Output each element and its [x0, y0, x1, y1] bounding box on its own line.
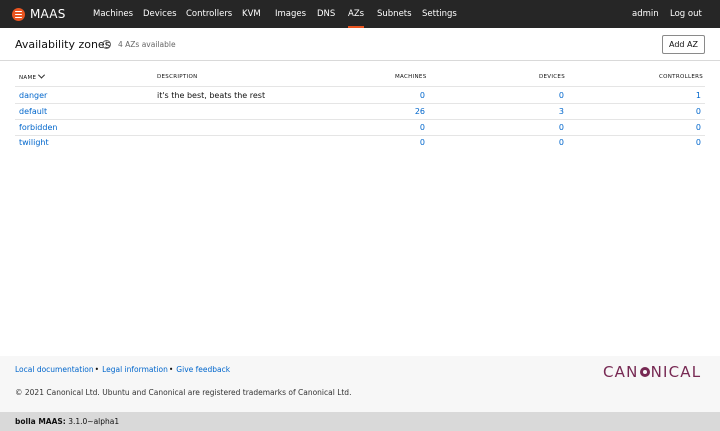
machines-count-link[interactable]: 0 [385, 135, 425, 150]
nav-azs[interactable]: AZs [348, 0, 365, 28]
footer: Local documentation• Legal information• Gi… [0, 356, 720, 412]
az-name-link[interactable]: danger [19, 88, 47, 103]
footer-separator: • [94, 365, 100, 374]
maas-logo-icon [12, 7, 25, 21]
top-navigation: MAAS Machines Devices Controllers KVM Im… [0, 0, 720, 28]
az-description: it's the best, beats the rest [157, 91, 266, 100]
status-bar: bolla MAAS: 3.1.0~alpha1 [0, 412, 720, 431]
status-text: bolla MAAS: 3.1.0~alpha1 [15, 417, 119, 426]
column-header-name[interactable]: NAME [19, 71, 46, 81]
column-header-description: DESCRIPTION [157, 74, 198, 80]
machines-count-link[interactable]: 0 [385, 88, 425, 103]
controllers-count-link[interactable]: 0 [661, 120, 701, 135]
machines-count-link[interactable]: 0 [385, 120, 425, 135]
nav-devices[interactable]: Devices [143, 0, 177, 28]
table-row: forbidden 0 0 0 [0, 120, 720, 135]
controllers-count-link[interactable]: 0 [661, 104, 701, 119]
legal-information-link[interactable]: Legal information [102, 365, 168, 374]
devices-count-link[interactable]: 0 [524, 135, 564, 150]
canonical-circle-icon [639, 367, 650, 377]
table-row: danger it's the best, beats the rest 0 0… [0, 88, 720, 103]
help-icon[interactable]: ? [102, 40, 111, 49]
nav-user[interactable]: admin [632, 0, 659, 28]
controllers-count-link[interactable]: 1 [661, 88, 701, 103]
table-row: default 26 3 0 [0, 104, 720, 119]
chevron-down-icon [38, 71, 46, 79]
page-title: Availability zones [15, 38, 111, 51]
devices-count-link[interactable]: 0 [524, 88, 564, 103]
nav-controllers[interactable]: Controllers [186, 0, 232, 28]
version-label: 3.1.0~alpha1 [68, 417, 120, 426]
logout-link[interactable]: Log out [670, 0, 702, 28]
devices-count-link[interactable]: 3 [524, 104, 564, 119]
host-label: bolla MAAS: [15, 417, 66, 426]
column-header-machines: MACHINES [395, 74, 427, 80]
local-documentation-link[interactable]: Local documentation [15, 365, 94, 374]
page-header: Availability zones ? 4 AZs available [0, 28, 720, 61]
add-az-button[interactable]: Add AZ [662, 35, 705, 54]
nav-dns[interactable]: DNS [317, 0, 335, 28]
az-count: 4 AZs available [118, 40, 176, 49]
nav-subnets[interactable]: Subnets [377, 0, 412, 28]
column-header-devices: DEVICES [539, 74, 566, 80]
table-row: twilight 0 0 0 [0, 135, 720, 150]
column-header-controllers: CONTROLLERS [659, 74, 704, 80]
copyright-text: © 2021 Canonical Ltd. Ubuntu and Canonic… [15, 388, 352, 397]
controllers-count-link[interactable]: 0 [661, 135, 701, 150]
az-name-link[interactable]: forbidden [19, 120, 57, 135]
az-name-link[interactable]: twilight [19, 135, 49, 150]
nav-images[interactable]: Images [275, 0, 306, 28]
column-header-name-label: NAME [19, 75, 37, 81]
footer-separator: • [168, 365, 174, 374]
table-header-divider [15, 86, 705, 87]
az-name-link[interactable]: default [19, 104, 47, 119]
canonical-logo-right: NICAL [650, 363, 702, 381]
footer-links: Local documentation• Legal information• Gi… [15, 365, 230, 374]
canonical-logo-left: CAN [603, 363, 639, 381]
nav-kvm[interactable]: KVM [242, 0, 261, 28]
give-feedback-link[interactable]: Give feedback [176, 365, 230, 374]
canonical-logo: CAN NICAL [603, 363, 701, 381]
nav-settings[interactable]: Settings [422, 0, 457, 28]
nav-machines[interactable]: Machines [93, 0, 133, 28]
logo-text: MAAS [30, 7, 66, 21]
devices-count-link[interactable]: 0 [524, 120, 564, 135]
maas-logo[interactable]: MAAS [12, 7, 66, 21]
machines-count-link[interactable]: 26 [385, 104, 425, 119]
